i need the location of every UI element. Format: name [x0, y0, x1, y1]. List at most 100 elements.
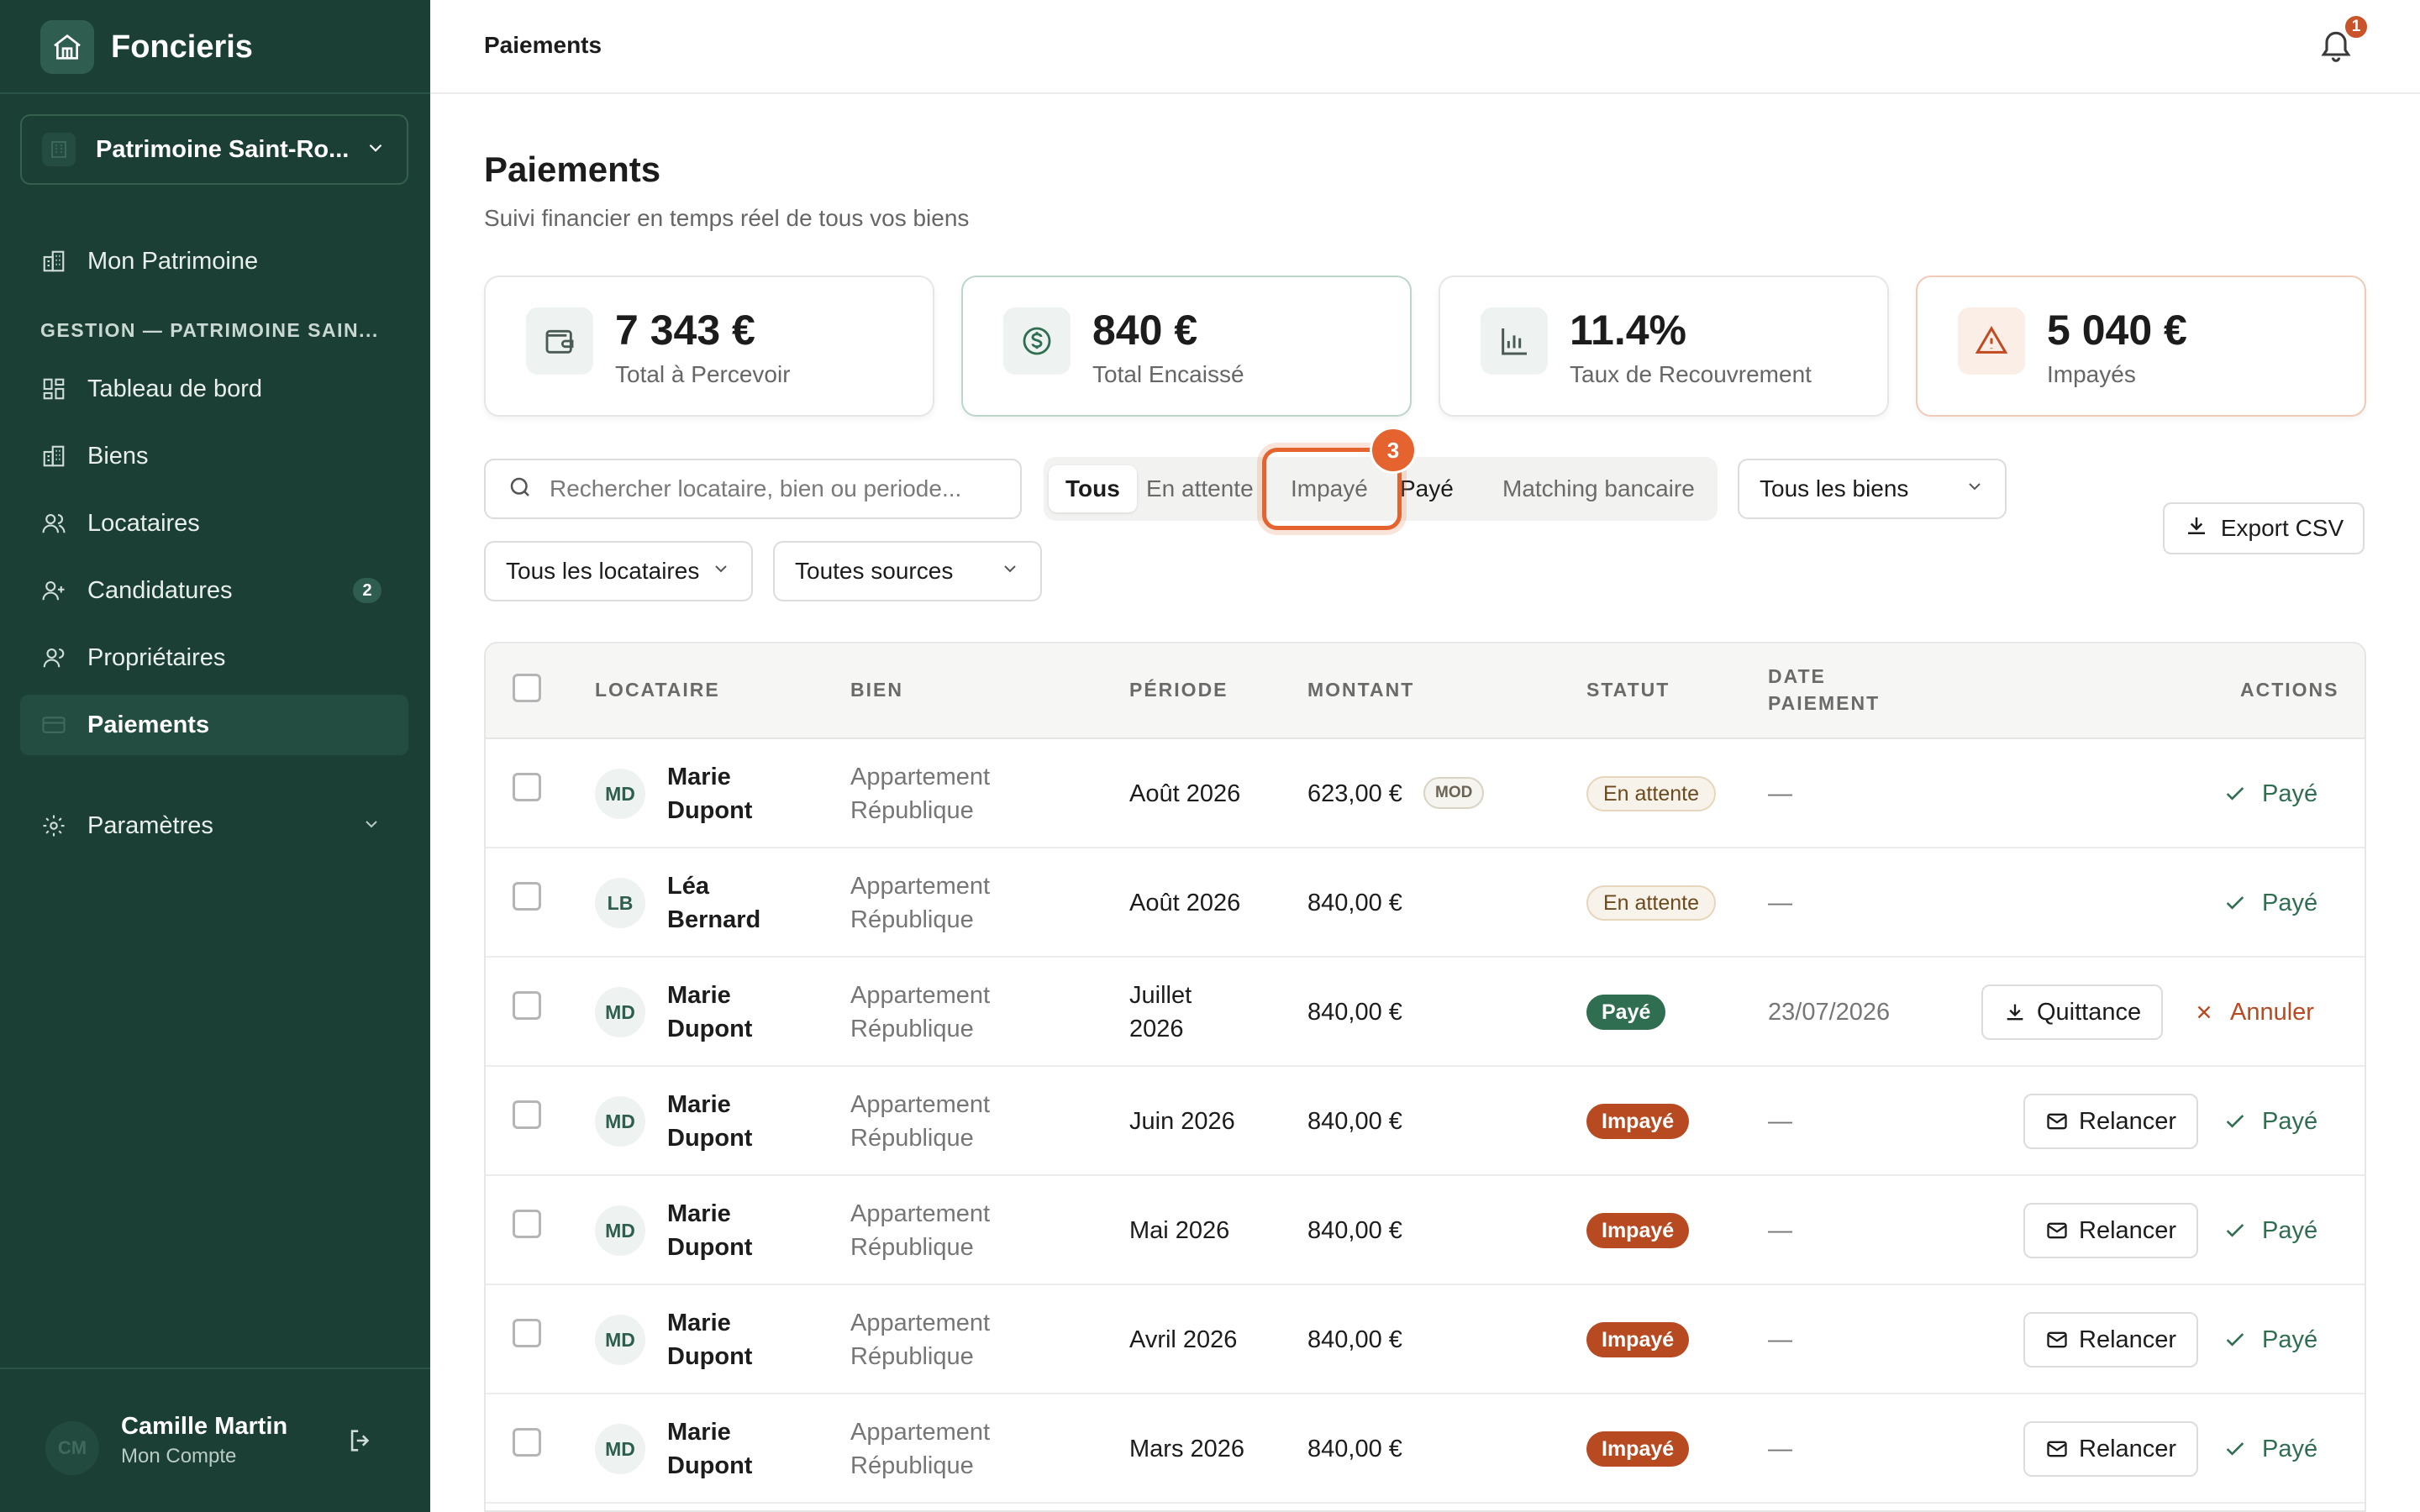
mark-paid-button[interactable]: Payé — [2223, 777, 2317, 811]
period: Août 2026 — [1129, 780, 1241, 807]
tab-impaye[interactable]: Impayé — [1274, 465, 1385, 512]
search-icon — [508, 475, 533, 504]
credit-card-icon — [40, 711, 67, 738]
tab-matching-bancaire[interactable]: Matching bancaire — [1486, 465, 1712, 512]
tenant-name[interactable]: Marie Dupont — [667, 760, 752, 827]
mark-paid-label: Payé — [2262, 1107, 2318, 1135]
status-badge: Payé — [1586, 995, 1666, 1030]
amount: 840,00 € — [1307, 890, 1402, 916]
building-icon — [40, 443, 67, 470]
tab-en-attente[interactable]: En attente — [1129, 465, 1270, 512]
row-checkbox[interactable] — [513, 991, 541, 1020]
period-line: Juillet — [1129, 982, 1192, 1009]
mail-icon — [2047, 1113, 2067, 1130]
avatar: MD — [595, 1205, 645, 1256]
row-checkbox[interactable] — [513, 773, 541, 801]
chevron-down-icon — [365, 137, 387, 163]
properties-select[interactable]: Tous les biens — [1738, 459, 2007, 519]
logout-icon[interactable] — [346, 1426, 375, 1459]
bar-chart-icon — [1481, 307, 1548, 375]
property-name: Appartement République — [850, 869, 990, 937]
check-icon — [2226, 1333, 2244, 1347]
workspace-selector[interactable]: Patrimoine Saint-Ro... — [20, 114, 408, 185]
sidebar-item-label: Candidatures — [87, 576, 233, 604]
mark-paid-button[interactable]: Payé — [2223, 1105, 2317, 1138]
col-period: PÉRIODE — [1129, 679, 1228, 701]
kpi-value: 5 040 € — [2047, 307, 2187, 354]
top-bar: Paiements 1 — [430, 0, 2420, 94]
workspace-name: Patrimoine Saint-Ro... — [96, 135, 350, 163]
sidebar-item-paiements[interactable]: Paiements — [20, 695, 408, 755]
sources-select-value: Toutes sources — [795, 558, 954, 584]
table-row[interactable]: MD Marie Dupont Appartement République Jui… — [486, 958, 2365, 1067]
tenants-select[interactable]: Tous les locataires — [484, 541, 753, 601]
remind-button[interactable]: Relancer — [2023, 1421, 2199, 1477]
tenant-last-name: Dupont — [667, 1016, 753, 1042]
chevron-down-icon — [1965, 475, 1985, 502]
mark-paid-button[interactable]: Payé — [2223, 1214, 2317, 1247]
tenant-name[interactable]: Léa Bernard — [667, 869, 760, 937]
sidebar-item-tableau-de-bord[interactable]: Tableau de bord — [20, 359, 408, 419]
brand[interactable]: Foncieris — [40, 20, 253, 74]
download-icon — [2184, 513, 2209, 544]
remind-button[interactable]: Relancer — [2023, 1094, 2199, 1149]
cancel-payment-button[interactable]: Annuler — [2193, 995, 2314, 1029]
sidebar-item-candidatures[interactable]: Candidatures 2 — [20, 560, 408, 621]
sidebar-item-biens[interactable]: Biens — [20, 426, 408, 486]
search-input[interactable]: Rechercher locataire, bien ou periode... — [484, 459, 1022, 519]
check-icon — [2226, 1442, 2244, 1456]
mark-paid-button[interactable]: Payé — [2223, 1323, 2317, 1357]
remind-button[interactable]: Relancer — [2023, 1312, 2199, 1368]
mark-paid-label: Payé — [2262, 1216, 2318, 1244]
row-checkbox[interactable] — [513, 1428, 541, 1457]
payment-date: — — [1768, 1436, 1792, 1462]
sources-select[interactable]: Toutes sources — [773, 541, 1042, 601]
export-csv-button[interactable]: Export CSV — [2163, 502, 2365, 554]
kpi-value: 7 343 € — [615, 307, 755, 354]
row-checkbox[interactable] — [513, 1100, 541, 1129]
tenant-name[interactable]: Marie Dupont — [667, 979, 752, 1046]
table-row[interactable]: MD Marie Dupont Appartement République Mai… — [486, 1176, 2365, 1285]
avatar: LB — [595, 878, 645, 928]
tenant-first-name: Marie — [667, 1310, 731, 1336]
tenant-first-name: Marie — [667, 1200, 731, 1227]
table-row[interactable]: MD Marie Dupont Appartement République Aoû… — [486, 739, 2365, 848]
sidebar-item-mon-patrimoine[interactable]: Mon Patrimoine — [20, 231, 408, 291]
remind-button[interactable]: Relancer — [2023, 1203, 2199, 1258]
property-line: Appartement — [850, 1091, 991, 1118]
table-header: LOCATAIRE BIEN PÉRIODE MONTANT STATUT DA… — [486, 643, 2365, 739]
payment-date: — — [1768, 1326, 1792, 1353]
tenant-name[interactable]: Marie Dupont — [667, 1197, 752, 1264]
check-icon — [2226, 896, 2244, 910]
receipt-button[interactable]: Quittance — [1981, 984, 2164, 1040]
tenant-last-name: Dupont — [667, 1452, 753, 1479]
row-checkbox[interactable] — [513, 1210, 541, 1238]
kpi-total-encaisse: 840 € Total Encaissé — [961, 276, 1412, 417]
select-all-checkbox[interactable] — [513, 674, 541, 702]
sidebar-item-parametres[interactable]: Paramètres — [20, 795, 408, 856]
row-checkbox[interactable] — [513, 882, 541, 911]
tenants-select-value: Tous les locataires — [506, 558, 700, 584]
user-icon — [40, 644, 67, 671]
sidebar-item-proprietaires[interactable]: Propriétaires — [20, 627, 408, 688]
mark-paid-button[interactable]: Payé — [2223, 886, 2317, 920]
tab-tous[interactable]: Tous — [1049, 465, 1137, 512]
tenant-name[interactable]: Marie Dupont — [667, 1306, 752, 1373]
tenant-last-name: Dupont — [667, 1234, 753, 1261]
table-row[interactable]: MD Marie Dupont Appartement République Jui… — [486, 1067, 2365, 1176]
mark-paid-button[interactable]: Payé — [2223, 1432, 2317, 1466]
tenant-name[interactable]: Marie Dupont — [667, 1088, 752, 1155]
property-name: Appartement République — [850, 1306, 990, 1373]
account-panel[interactable]: CM Camille Martin Mon Compte — [0, 1369, 430, 1512]
amount: 840,00 € — [1307, 999, 1402, 1026]
mark-paid-label: Payé — [2262, 780, 2318, 807]
table-row[interactable]: MD Marie Dupont Appartement République Avr… — [486, 1285, 2365, 1394]
tenant-name[interactable]: Marie Dupont — [667, 1415, 752, 1483]
row-checkbox[interactable] — [513, 1319, 541, 1347]
sidebar-item-locataires[interactable]: Locataires — [20, 493, 408, 554]
table-row[interactable]: MD Marie Dupont Appartement République Mar… — [486, 1394, 2365, 1504]
amount: 840,00 € — [1307, 1436, 1402, 1462]
col-status: STATUT — [1586, 679, 1670, 701]
table-row[interactable]: LB Léa Bernard Appartement République Août… — [486, 848, 2365, 958]
property-line: Appartement — [850, 1310, 991, 1336]
